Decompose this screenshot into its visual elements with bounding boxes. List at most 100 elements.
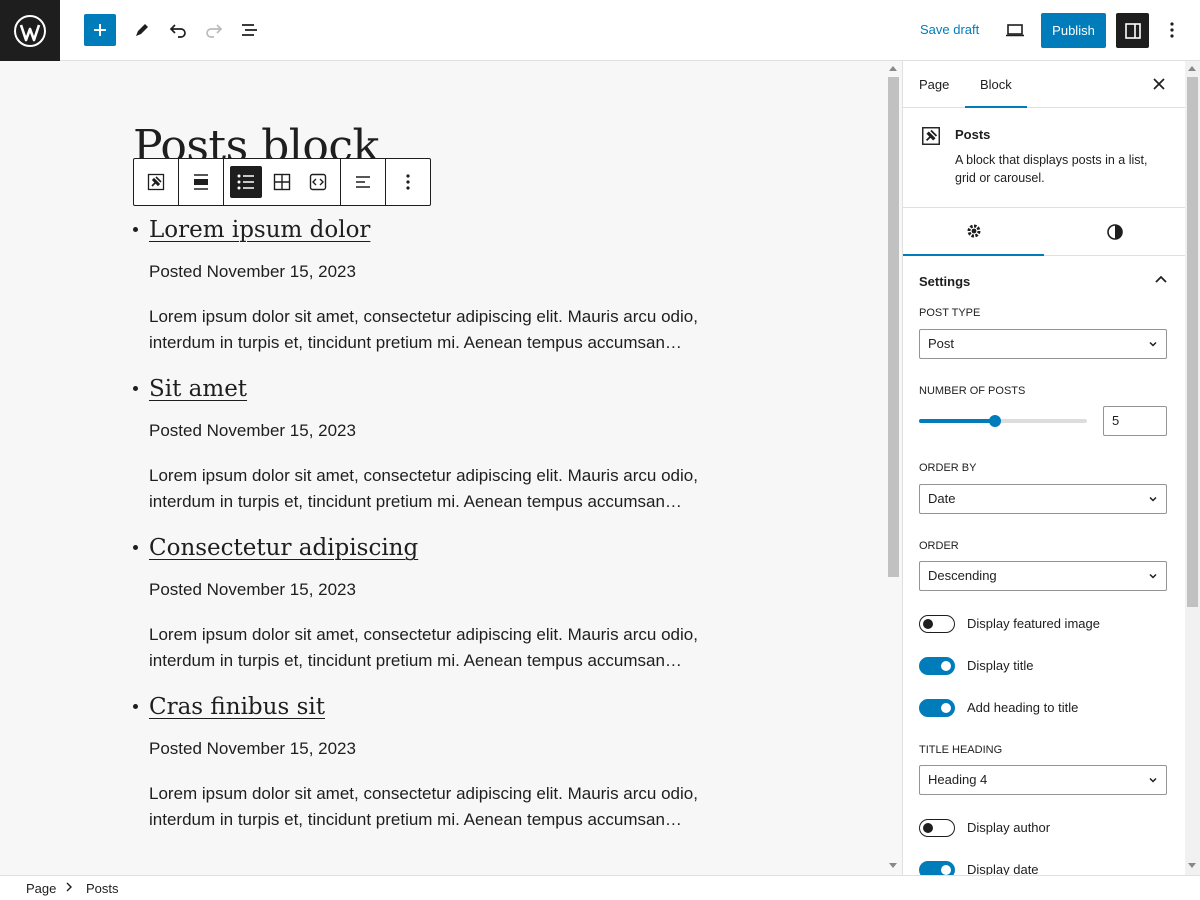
align-wide-icon[interactable] <box>185 166 217 198</box>
display-featured-image-toggle[interactable] <box>919 615 955 633</box>
scroll-down-arrow-icon[interactable] <box>889 863 897 868</box>
bullet <box>133 227 138 232</box>
post-excerpt: Lorem ipsum dolor sit amet, consectetur … <box>149 625 698 670</box>
posts-list: Lorem ipsum dolor Posted November 15, 20… <box>133 211 753 847</box>
slider-fill <box>919 419 995 423</box>
wordpress-logo-icon[interactable] <box>0 0 60 61</box>
bullet <box>133 704 138 709</box>
add-heading-toggle[interactable] <box>919 699 955 717</box>
settings-panel-header[interactable]: Settings <box>903 256 1185 306</box>
post-excerpt: Lorem ipsum dolor sit amet, consectetur … <box>149 784 698 829</box>
breadcrumb-posts[interactable]: Posts <box>86 881 119 896</box>
scroll-up-arrow-icon[interactable] <box>889 66 897 71</box>
tab-styles-contrast[interactable] <box>1044 208 1185 256</box>
contrast-icon <box>1106 224 1123 240</box>
close-icon[interactable] <box>1149 74 1169 94</box>
scroll-down-arrow-icon[interactable] <box>1188 863 1196 868</box>
post-date: Posted November 15, 2023 <box>149 739 356 758</box>
order-by-value: Date <box>928 491 956 506</box>
pin-block-icon <box>920 125 942 147</box>
carousel-view-icon[interactable] <box>302 166 334 198</box>
publish-button[interactable]: Publish <box>1041 13 1106 48</box>
display-title-label: Display title <box>967 658 1034 673</box>
canvas-scrollbar[interactable] <box>885 61 902 875</box>
settings-panel-title: Settings <box>919 274 971 289</box>
bullet <box>133 545 138 550</box>
post-type-label: POST TYPE <box>919 307 981 319</box>
sidebar-scrollbar[interactable] <box>1185 61 1200 875</box>
settings-sidebar: Page Block Posts A block that displays p… <box>902 61 1185 875</box>
top-toolbar: Save draft Publish <box>0 0 1200 61</box>
settings-sidebar-toggle[interactable] <box>1116 13 1149 48</box>
title-heading-value: Heading 4 <box>928 772 988 787</box>
post-title-link[interactable]: Consectetur adipiscing <box>149 529 418 567</box>
more-options-icon[interactable] <box>392 166 424 198</box>
bullet <box>133 386 138 391</box>
post-excerpt: Lorem ipsum dolor sit amet, consectetur … <box>149 466 698 511</box>
chevron-down-icon <box>1149 496 1157 502</box>
breadcrumb: Page Posts <box>0 875 1200 900</box>
list-view-icon[interactable] <box>230 166 262 198</box>
number-of-posts-label: NUMBER OF POSTS <box>919 385 1026 397</box>
list-item: Consectetur adipiscing Posted November 1… <box>133 529 753 674</box>
grid-view-icon[interactable] <box>266 166 298 198</box>
more-group <box>386 159 430 205</box>
sidebar-scroll-thumb[interactable] <box>1187 77 1198 607</box>
tab-page[interactable]: Page <box>919 61 949 108</box>
list-item: Cras finibus sit Posted November 15, 202… <box>133 688 753 833</box>
editor-canvas: Posts block Lorem ipsum dolor Posted Nov… <box>0 61 885 875</box>
number-of-posts-input[interactable]: 5 <box>1103 406 1167 436</box>
title-heading-select[interactable]: Heading 4 <box>919 765 1167 795</box>
post-title-link[interactable]: Sit amet <box>149 370 247 408</box>
align-left-icon[interactable] <box>347 166 379 198</box>
text-align-group <box>341 159 386 205</box>
save-draft-button[interactable]: Save draft <box>912 20 987 39</box>
chevron-down-icon <box>1149 341 1157 347</box>
block-description: A block that displays posts in a list, g… <box>955 153 1148 185</box>
post-excerpt: Lorem ipsum dolor sit amet, consectetur … <box>149 307 698 352</box>
inspector-tabs <box>903 208 1185 256</box>
tab-block[interactable]: Block <box>965 61 1027 108</box>
preview-desktop-icon[interactable] <box>999 14 1031 46</box>
post-date: Posted November 15, 2023 <box>149 262 356 281</box>
layout-group <box>224 159 341 205</box>
list-item: Lorem ipsum dolor Posted November 15, 20… <box>133 211 753 356</box>
title-heading-label: TITLE HEADING <box>919 744 1003 756</box>
display-author-toggle[interactable] <box>919 819 955 837</box>
document-overview-icon[interactable] <box>234 14 266 46</box>
chevron-down-icon <box>1149 573 1157 579</box>
tools-pencil-icon[interactable] <box>126 14 158 46</box>
redo-icon[interactable] <box>198 14 230 46</box>
undo-icon[interactable] <box>162 14 194 46</box>
display-author-label: Display author <box>967 820 1051 835</box>
order-label: ORDER <box>919 540 959 552</box>
sidebar-tabs: Page Block <box>903 61 1185 108</box>
scroll-up-arrow-icon[interactable] <box>1188 66 1196 71</box>
chevron-down-icon <box>1149 777 1157 783</box>
breadcrumb-page[interactable]: Page <box>26 881 56 896</box>
slider-handle[interactable] <box>988 415 1001 427</box>
gear-icon <box>967 224 980 238</box>
order-value: Descending <box>928 568 997 583</box>
block-card: Posts A block that displays posts in a l… <box>903 108 1185 208</box>
display-date-toggle[interactable] <box>919 861 955 875</box>
order-by-select[interactable]: Date <box>919 484 1167 514</box>
post-title-link[interactable]: Cras finibus sit <box>149 688 325 726</box>
order-select[interactable]: Descending <box>919 561 1167 591</box>
order-by-label: ORDER BY <box>919 462 977 474</box>
display-title-toggle[interactable] <box>919 657 955 675</box>
post-date: Posted November 15, 2023 <box>149 421 356 440</box>
post-title-link[interactable]: Lorem ipsum dolor <box>149 211 370 249</box>
options-kebab-icon[interactable] <box>1156 14 1188 46</box>
post-type-select[interactable]: Post <box>919 329 1167 359</box>
pin-block-icon[interactable] <box>140 166 172 198</box>
block-type-group <box>134 159 179 205</box>
chevron-up-icon[interactable] <box>1153 272 1169 288</box>
add-block-button[interactable] <box>84 14 116 46</box>
display-featured-image-label: Display featured image <box>967 616 1100 631</box>
chevron-right-icon <box>66 882 72 892</box>
number-of-posts-slider[interactable] <box>919 415 1087 427</box>
tab-settings-gear[interactable] <box>903 208 1044 256</box>
post-type-value: Post <box>928 336 955 351</box>
canvas-scroll-thumb[interactable] <box>888 77 899 577</box>
